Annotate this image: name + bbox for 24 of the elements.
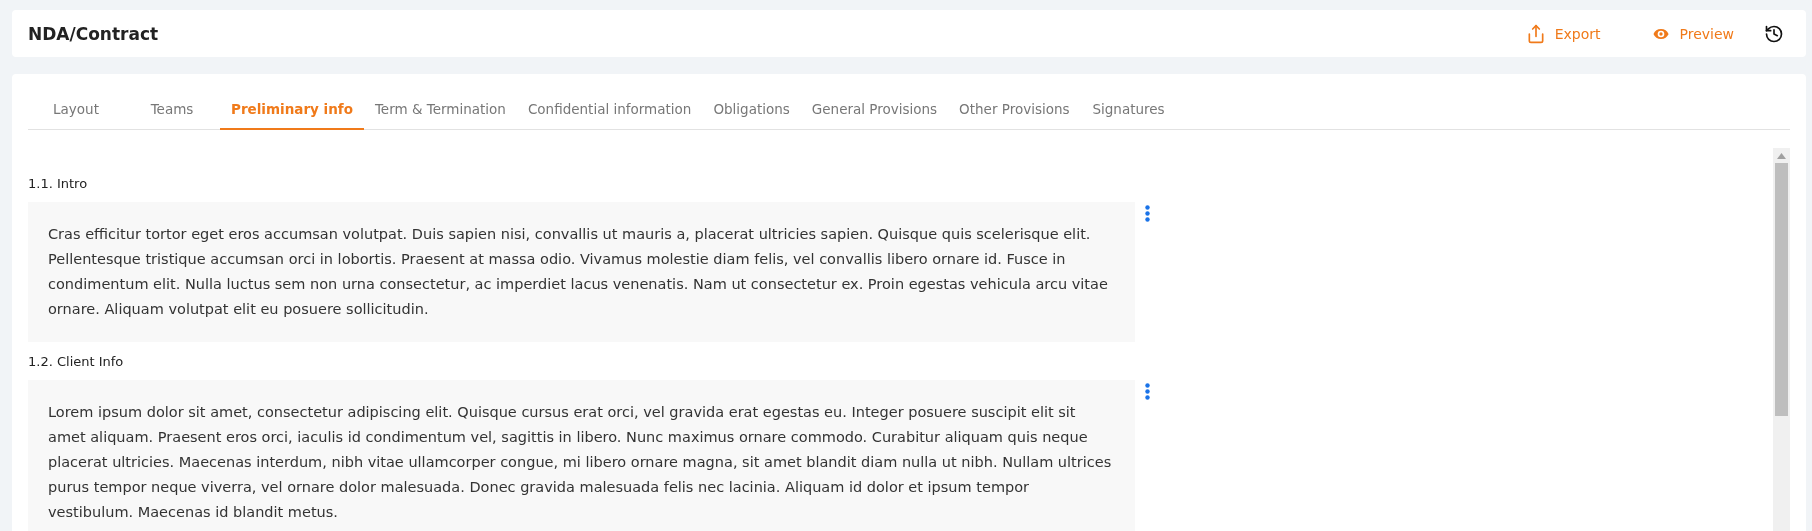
export-button[interactable]: Export bbox=[1519, 19, 1607, 48]
tab[interactable]: Layout bbox=[28, 90, 124, 130]
section-text: Cras efficitur tortor eget eros accumsan volutpat. Duis sapien nisi, convallis ut mauris a, placerat ultricies sapien. Quisque quis scelerisque elit. Pellentesque tristique accumsan orci in lobortis. Praesent at massa odio. Vivamus molestie diam felis, vel convallis libero ornare id. Fusce in condimentum elit. Nulla luctus sem non urna consectetur, ac imperdiet lacus venenatis. Nam ut consectetur ex. Proin egestas vehicula arcu vitae ornare. Aliquam volutpat elit eu posuere sollicitudin. bbox=[28, 202, 1135, 342]
section-heading: 1.2. Client Info bbox=[28, 354, 125, 369]
up-arrow-icon[interactable] bbox=[1777, 153, 1786, 159]
section-text: Lorem ipsum dolor sit amet, consectetur adipiscing elit. Quisque cursus erat orci, vel gravida erat egestas eu. Integer posuere suscipit elit sit amet aliquam. Praesent eros orci, iaculis id condimentum vel, sagittis in libero. Nunc maximus ornare commodo. Curabitur aliquam quis neque placerat ultricies. Maecenas interdum, nibh vitae ullamcorper congue, mi libero ornare magna, sit amet blandit diam nulla ut nibh. Nullam ultrices purus tempor neque viverra, vel ornare dolor malesuada. Donec gravida malesuada felis nec lacinia. Aliquam id dolor et ipsum tempor vestibulum. Maecenas id blandit metus. bbox=[28, 380, 1135, 531]
scrollbar[interactable] bbox=[1773, 148, 1790, 531]
section-heading: 1.1. Intro bbox=[28, 176, 89, 191]
tab[interactable]: Obligations bbox=[702, 90, 801, 130]
page-title: NDA/Contract bbox=[28, 23, 160, 44]
history-icon bbox=[1764, 23, 1784, 44]
tab[interactable]: Other Provisions bbox=[948, 90, 1081, 130]
tab[interactable]: Signatures bbox=[1080, 90, 1177, 130]
tab[interactable]: Term & Termination bbox=[363, 90, 517, 130]
more-button[interactable] bbox=[1145, 205, 1150, 222]
tab[interactable]: Confidential information bbox=[516, 90, 703, 130]
more-icon bbox=[1145, 205, 1150, 222]
scroll-thumb[interactable] bbox=[1775, 163, 1788, 416]
tab[interactable]: General Provisions bbox=[800, 90, 949, 130]
more-icon bbox=[1145, 383, 1150, 400]
more-button[interactable] bbox=[1145, 383, 1150, 400]
tab[interactable]: Teams bbox=[124, 90, 220, 130]
preview-button[interactable]: Preview bbox=[1644, 19, 1740, 48]
tab[interactable]: Preliminary info bbox=[220, 90, 364, 130]
